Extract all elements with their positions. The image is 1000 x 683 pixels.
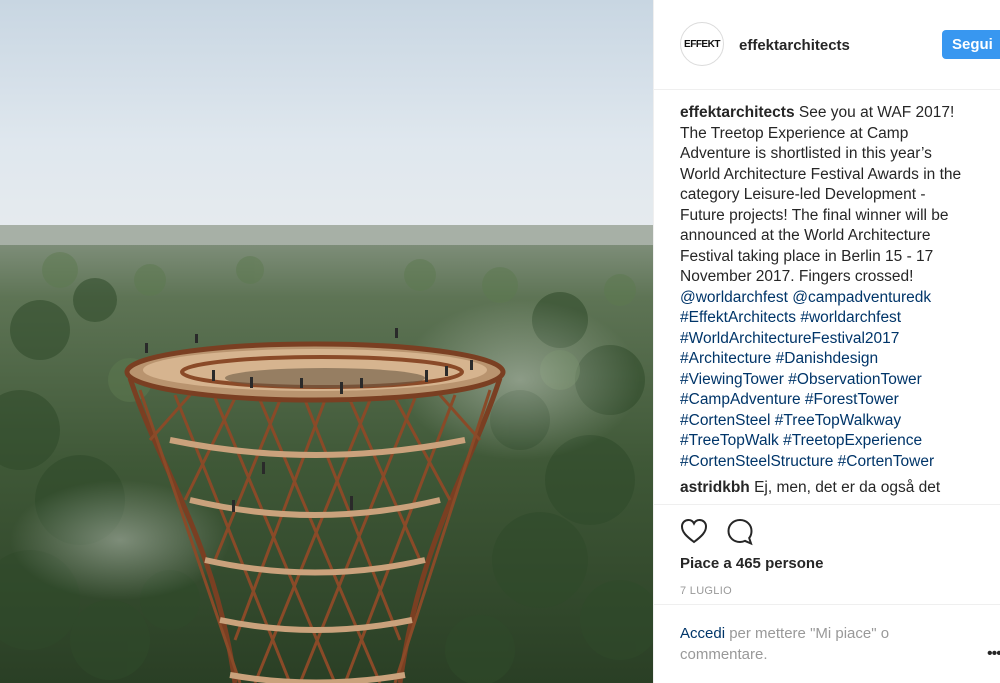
avatar-logo-text: EFFEKT bbox=[684, 38, 720, 50]
comments-list[interactable]: effektarchitects See you at WAF 2017! Th… bbox=[680, 103, 992, 503]
hashtag-line[interactable]: #CortenSteel #TreeTopWalkway bbox=[680, 411, 992, 432]
hashtag-line[interactable]: #ViewingTower #ObservationTower bbox=[680, 370, 992, 391]
heart-icon[interactable] bbox=[680, 518, 708, 549]
caption-text-line: November 2017. Fingers crossed! bbox=[680, 268, 914, 285]
comment-text: Ej, men, det er da også det bbox=[754, 479, 941, 496]
login-prompt-text: Accedi per mettere "Mi piace" o commenta… bbox=[680, 623, 940, 665]
comment: astridkbh Ej, men, det er da også det bbox=[680, 478, 992, 499]
hashtag-line[interactable]: #CampAdventure #ForestTower bbox=[680, 390, 992, 411]
caption-text-line: announced at the World Architecture bbox=[680, 227, 931, 244]
caption-text-line: See you at WAF 2017! bbox=[798, 104, 955, 121]
caption-text-line: Festival taking place in Berlin 15 - 17 bbox=[680, 247, 934, 265]
caption-first-line: effektarchitects See you at WAF 2017! bbox=[680, 103, 992, 124]
hashtag-line[interactable]: #TreeTopWalk #TreetopExperience bbox=[680, 431, 992, 452]
likes-count[interactable]: Piace a 465 persone bbox=[680, 555, 823, 572]
login-link[interactable]: Accedi bbox=[680, 625, 725, 642]
hashtag-line[interactable]: #EffektArchitects #worldarchfest bbox=[680, 308, 992, 329]
avatar[interactable]: EFFEKT bbox=[680, 22, 724, 66]
login-prompt: Accedi per mettere "Mi piace" o commenta… bbox=[654, 604, 1000, 683]
more-options-icon[interactable]: ••• bbox=[987, 645, 1000, 663]
username-link[interactable]: effektarchitects bbox=[739, 37, 850, 54]
tower-illustration bbox=[0, 0, 653, 683]
caption-text-line: World Architecture Festival Awards in th… bbox=[680, 165, 962, 183]
caption-text-line: The Treetop Experience at Camp bbox=[680, 124, 909, 142]
post-actions: Piace a 465 persone 7 LUGLIO bbox=[654, 504, 1000, 604]
follow-button[interactable]: Segui bbox=[942, 30, 1000, 59]
caption-text-line: Future projects! The final winner will b… bbox=[680, 206, 949, 224]
caption-comment: effektarchitects See you at WAF 2017! Th… bbox=[680, 103, 992, 472]
hashtag-line[interactable]: #CortenSteelStructure #CortenTower bbox=[680, 452, 992, 473]
hashtag-line[interactable]: #WorldArchitectureFestival2017 bbox=[680, 329, 992, 350]
caption-text-line: Adventure is shortlisted in this year’s bbox=[680, 145, 932, 162]
comment-username[interactable]: astridkbh bbox=[680, 479, 750, 496]
post-photo[interactable] bbox=[0, 0, 653, 683]
caption-username[interactable]: effektarchitects bbox=[680, 104, 795, 121]
hashtag-line[interactable]: @worldarchfest @campadventuredk bbox=[680, 288, 992, 309]
hashtag-line[interactable]: #Architecture #Danishdesign bbox=[680, 349, 992, 370]
post-header: EFFEKT effektarchitects Segui bbox=[654, 0, 1000, 90]
comment-bubble-icon[interactable] bbox=[726, 518, 754, 551]
post-sidebar: EFFEKT effektarchitects Segui effektarch… bbox=[653, 0, 1000, 683]
post-date[interactable]: 7 LUGLIO bbox=[680, 585, 732, 597]
caption-text-line: category Leisure-led Development - bbox=[680, 186, 926, 203]
